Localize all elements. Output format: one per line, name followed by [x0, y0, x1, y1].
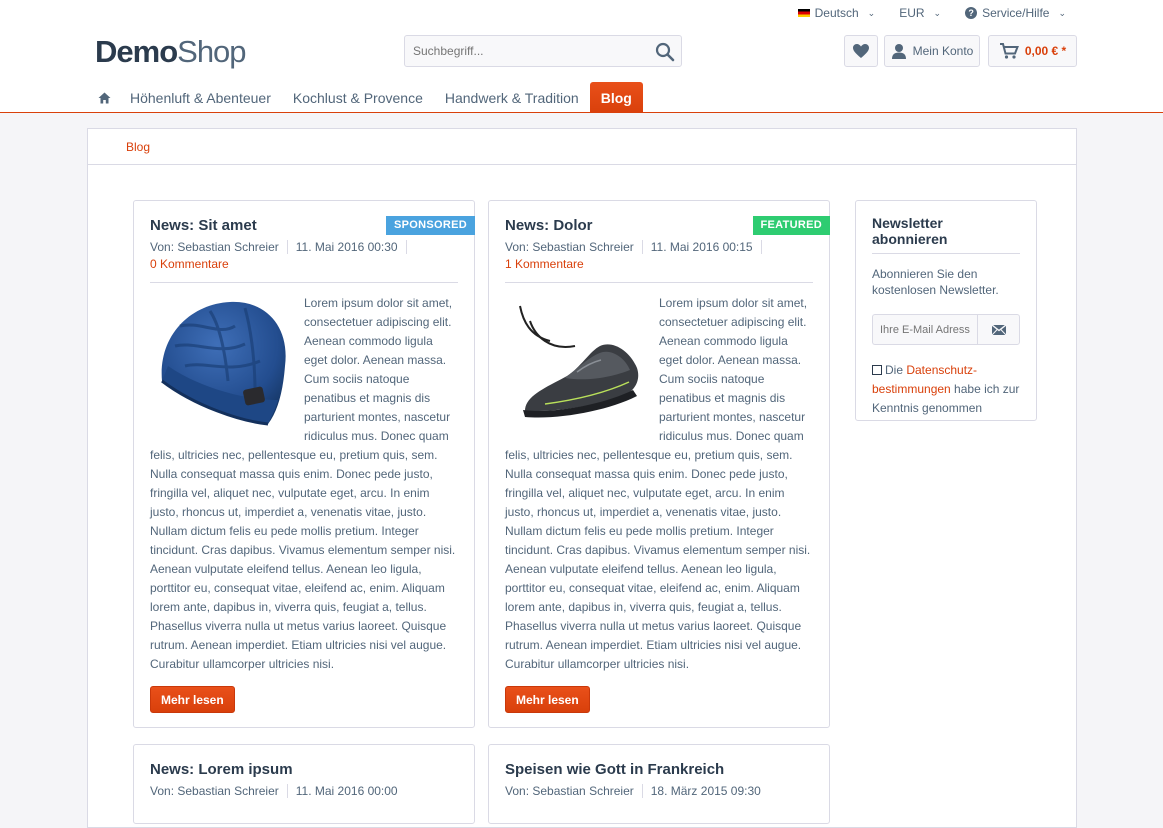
account-label: Mein Konto [912, 44, 974, 58]
cart-icon [999, 43, 1019, 59]
meta-divider [405, 240, 407, 254]
post-date: 18. März 2015 09:30 [650, 784, 761, 798]
post-meta: Von: Sebastian Schreier 18. März 2015 09… [505, 784, 813, 798]
post-meta: Von: Sebastian Schreier 11. Mai 2016 00:… [150, 240, 458, 254]
nav-item-handwerk[interactable]: Handwerk & Tradition [434, 82, 590, 113]
home-icon [98, 92, 111, 103]
service-label: Service/Hilfe [982, 6, 1050, 20]
wishlist-button[interactable] [844, 35, 878, 67]
meta-divider [286, 240, 288, 254]
shop-logo[interactable]: DemoShop [95, 34, 247, 70]
post-author: Von: Sebastian Schreier [150, 784, 279, 798]
post-author: Von: Sebastian Schreier [505, 784, 634, 798]
read-more-button[interactable]: Mehr lesen [505, 686, 590, 713]
privacy-consent: Die Datenschutz-bestimmungen habe ich zu… [872, 361, 1020, 418]
post-author: Von: Sebastian Schreier [505, 240, 634, 254]
account-button[interactable]: Mein Konto [884, 35, 980, 67]
post-title[interactable]: News: Lorem ipsum [150, 761, 458, 778]
meta-divider [641, 240, 643, 254]
blog-post-card: Speisen wie Gott in Frankreich Von: Seba… [488, 744, 830, 824]
divider [150, 282, 458, 283]
blog-post-card: SPONSORED News: Sit amet Von: Sebastian … [133, 200, 475, 728]
sponsored-badge: SPONSORED [386, 216, 475, 235]
nav-item-blog[interactable]: Blog [589, 82, 643, 113]
heart-icon [853, 44, 869, 58]
cart-price: 0,00 € * [1024, 44, 1067, 58]
divider [505, 282, 813, 283]
breadcrumb-blog-link[interactable]: Blog [126, 140, 150, 154]
german-flag-icon [797, 9, 810, 17]
newsletter-email-input[interactable] [872, 314, 977, 345]
currency-label: EUR [899, 6, 925, 20]
post-comments-link[interactable]: 1 Kommentare [505, 257, 813, 271]
privacy-checkbox[interactable] [872, 365, 882, 375]
post-date: 11. Mai 2016 00:30 [295, 240, 398, 254]
logo-part-shop: Shop [177, 34, 246, 69]
breadcrumb: Blog [88, 129, 1076, 165]
chevron-down-icon: ⌄ [1058, 7, 1066, 18]
language-switcher[interactable]: Deutsch ⌄ [786, 5, 888, 21]
beanie-image[interactable] [150, 296, 300, 431]
chevron-down-icon: ⌄ [933, 7, 942, 18]
newsletter-form [872, 314, 1020, 345]
cart-button[interactable]: 0,00 € * [988, 35, 1077, 67]
question-icon: ? [965, 7, 978, 19]
read-more-button[interactable]: Mehr lesen [150, 686, 235, 713]
chevron-down-icon: ⌄ [867, 7, 876, 18]
meta-divider [641, 784, 643, 798]
nav-home[interactable] [90, 82, 119, 113]
post-meta: Von: Sebastian Schreier 11. Mai 2016 00:… [505, 240, 813, 254]
nav-item-kochlust[interactable]: Kochlust & Provence [282, 82, 434, 113]
post-date: 11. Mai 2016 00:00 [295, 784, 398, 798]
service-menu[interactable]: ? Service/Hilfe ⌄ [953, 5, 1078, 21]
search-input[interactable] [405, 36, 635, 66]
blog-post-card: News: Lorem ipsum Von: Sebastian Schreie… [133, 744, 475, 824]
post-author: Von: Sebastian Schreier [150, 240, 279, 254]
post-date: 11. Mai 2016 00:15 [650, 240, 753, 254]
top-meta-bar: Deutsch ⌄ EUR ⌄ ? Service/Hilfe ⌄ [786, 5, 1078, 21]
post-comments-link[interactable]: 0 Kommentare [150, 257, 458, 271]
newsletter-text: Abonnieren Sie den kostenlosen Newslette… [872, 267, 999, 297]
header: Deutsch ⌄ EUR ⌄ ? Service/Hilfe ⌄ DemoSh… [0, 0, 1163, 113]
main-navigation: Höhenluft & Abenteuer Kochlust & Provenc… [90, 82, 643, 113]
envelope-icon [991, 324, 1006, 335]
post-title[interactable]: Speisen wie Gott in Frankreich [505, 761, 813, 778]
logo-part-demo: Demo [95, 34, 178, 69]
user-icon [891, 44, 906, 59]
language-label: Deutsch [814, 6, 859, 20]
search-box [404, 35, 682, 67]
post-meta: Von: Sebastian Schreier 11. Mai 2016 00:… [150, 784, 458, 798]
blog-post-card: FEATURED News: Dolor Von: Sebastian Schr… [488, 200, 830, 728]
search-icon[interactable] [655, 42, 675, 62]
meta-divider [760, 240, 762, 254]
post-excerpt: Lorem ipsum dolor sit amet, consectetuer… [505, 294, 813, 674]
newsletter-box: Newsletter abonnieren Abonnieren Sie den… [855, 200, 1037, 421]
featured-badge: FEATURED [752, 216, 830, 235]
consent-text-pre: Die [885, 363, 907, 377]
post-excerpt: Lorem ipsum dolor sit amet, consectetuer… [150, 294, 458, 674]
nav-item-hoehenluft[interactable]: Höhenluft & Abenteuer [119, 82, 282, 113]
currency-switcher[interactable]: EUR ⌄ [887, 5, 953, 21]
meta-divider [286, 784, 288, 798]
sneaker-image[interactable] [505, 296, 655, 431]
newsletter-submit-button[interactable] [977, 314, 1020, 345]
newsletter-title: Newsletter abonnieren [872, 215, 1020, 254]
